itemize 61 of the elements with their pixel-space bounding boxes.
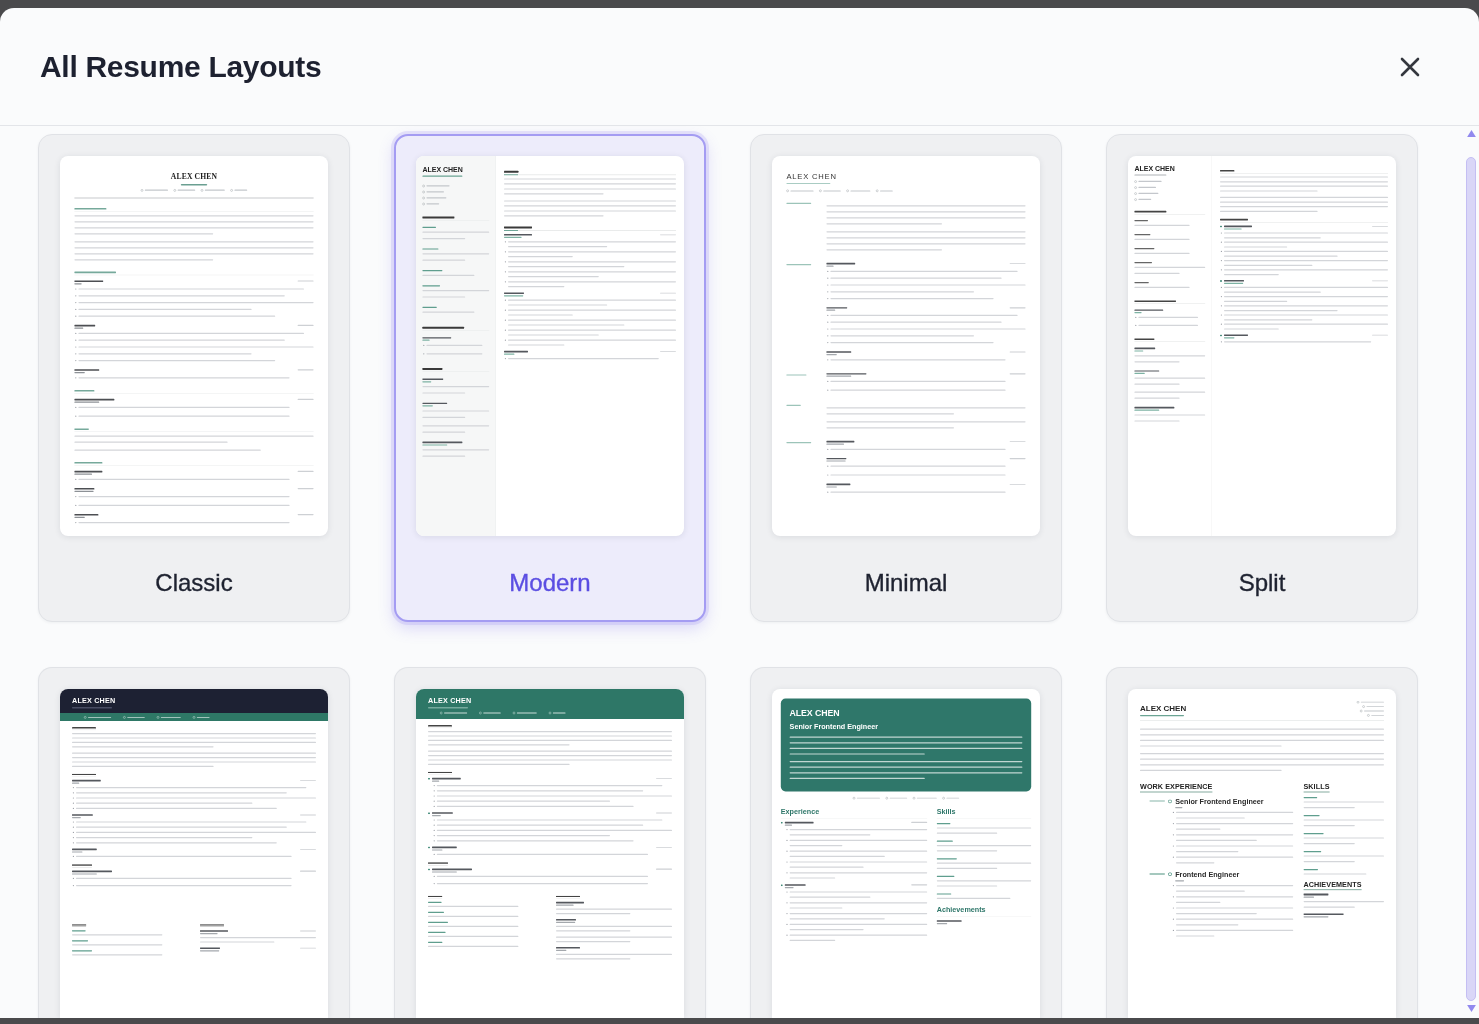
section-heading-drawing — [422, 216, 455, 219]
scrollbar-thumb[interactable] — [1466, 157, 1476, 1001]
entry-heading-drawing — [556, 947, 580, 952]
dot-icon — [780, 884, 783, 887]
section-heading-drawing — [72, 727, 96, 731]
skill-label-drawing — [1303, 868, 1318, 871]
section-heading-drawing — [74, 389, 95, 392]
skill-label-drawing — [1134, 281, 1149, 284]
skill-label-drawing — [1303, 814, 1320, 817]
skill-label-drawing — [428, 941, 443, 944]
section-heading-drawing — [422, 326, 464, 329]
skill-label-drawing — [428, 931, 446, 934]
layout-title: Classic — [155, 569, 233, 597]
section-heading-drawing — [1134, 338, 1155, 341]
section-heading-drawing — [428, 771, 452, 775]
scroll-down-icon[interactable] — [1466, 1005, 1476, 1012]
section-heading-drawing — [74, 461, 103, 464]
layout-title: Split — [1238, 569, 1286, 597]
skill-label-drawing — [1134, 261, 1152, 264]
skill-label-drawing — [428, 911, 444, 914]
resume-name: ALEX CHEN — [1140, 703, 1187, 713]
entry-heading-drawing — [1134, 406, 1175, 411]
skill-label-drawing — [428, 921, 448, 924]
skill-label-drawing — [1303, 796, 1318, 799]
skill-label-drawing — [936, 822, 951, 825]
close-icon — [1400, 56, 1420, 77]
skill-label-drawing — [1134, 233, 1151, 236]
section-heading-drawing — [786, 202, 812, 205]
resume-name: ALEX CHEN — [789, 708, 840, 719]
scroll-up-icon[interactable] — [1466, 130, 1476, 137]
entry-heading-drawing — [422, 441, 463, 446]
skill-label-drawing — [422, 269, 443, 272]
skill-label-drawing — [428, 901, 442, 904]
dialog-title: All Resume Layouts — [40, 49, 322, 84]
section-heading-drawing — [556, 895, 580, 899]
text-lines-drawing — [1134, 264, 1206, 277]
entry-heading-drawing — [556, 901, 584, 906]
skill-label-drawing — [1134, 219, 1148, 222]
layout-title: Minimal — [864, 569, 948, 597]
skill-label-drawing — [1303, 850, 1322, 853]
entry-heading-drawing — [1303, 913, 1344, 918]
entry-heading-drawing — [556, 919, 576, 924]
section-heading-drawing — [786, 404, 801, 407]
section-heading-drawing — [504, 226, 532, 229]
entry-heading-drawing — [1134, 347, 1156, 352]
entry-heading-drawing — [422, 378, 444, 383]
skill-label-drawing — [1134, 247, 1155, 250]
close-button[interactable] — [1400, 56, 1420, 77]
section-heading-drawing — [1134, 210, 1167, 213]
section-heading-drawing — [72, 773, 96, 777]
section-heading-drawing — [428, 895, 443, 899]
section-heading-drawing — [422, 368, 443, 371]
section-heading-drawing — [504, 170, 519, 173]
skill-label-drawing — [1303, 832, 1324, 835]
section-heading-drawing — [74, 207, 107, 210]
section-heading-drawing — [428, 725, 452, 729]
section-heading-drawing — [1220, 218, 1248, 221]
layout-title: Modern — [509, 569, 591, 597]
entry-heading-drawing — [422, 402, 448, 407]
dot-icon — [780, 821, 783, 824]
entry-heading-drawing — [1303, 893, 1329, 898]
